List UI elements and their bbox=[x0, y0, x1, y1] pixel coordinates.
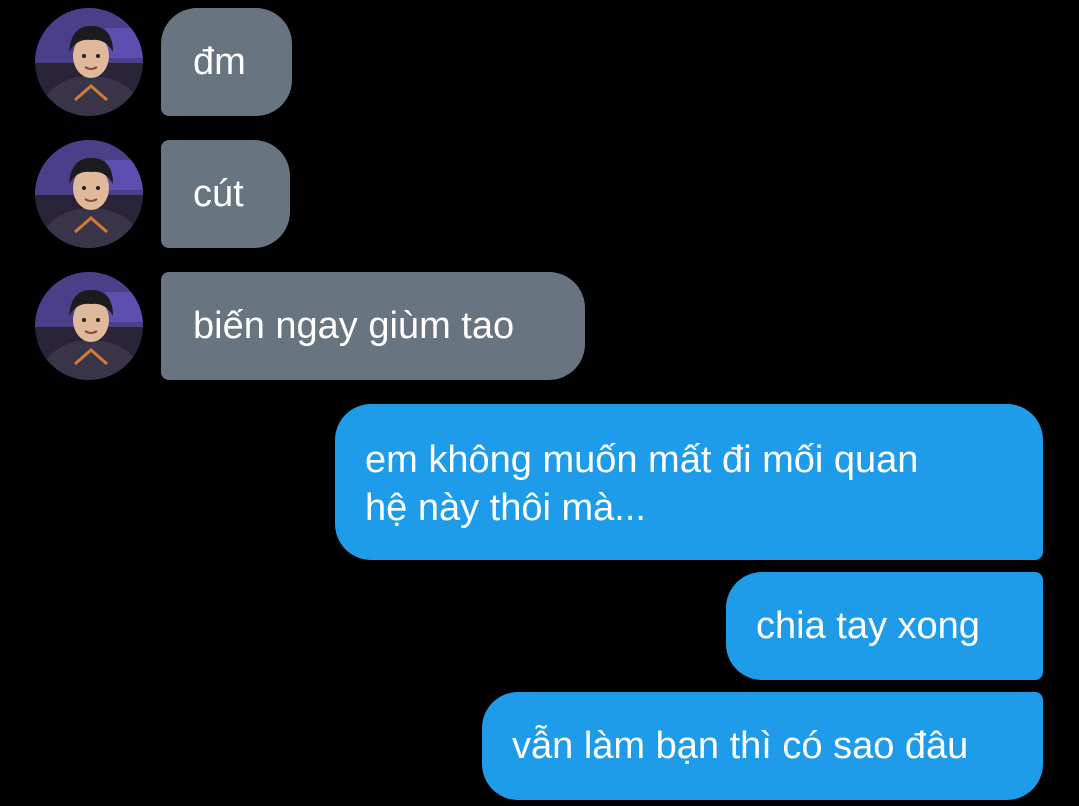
avatar[interactable] bbox=[35, 8, 143, 116]
outgoing-message-bubble[interactable]: chia tay xong bbox=[726, 572, 1043, 680]
user-avatar-icon bbox=[35, 272, 143, 380]
message-text: cút bbox=[193, 173, 244, 215]
incoming-message-bubble[interactable]: biến ngay giùm tao bbox=[161, 272, 585, 380]
user-avatar-icon bbox=[35, 8, 143, 116]
user-avatar-icon bbox=[35, 140, 143, 248]
message-text: biến ngay giùm tao bbox=[193, 305, 515, 347]
message-text: đm bbox=[193, 41, 246, 83]
incoming-message-bubble[interactable]: cút bbox=[161, 140, 290, 248]
outgoing-message-bubble[interactable]: em không muốn mất đi mối quan hệ này thô… bbox=[335, 404, 1043, 560]
outgoing-message-bubble[interactable]: vẫn làm bạn thì có sao đâu bbox=[482, 692, 1043, 800]
message-text-line: em không muốn mất đi mối quan bbox=[365, 439, 919, 481]
message-text: chia tay xong bbox=[756, 605, 980, 647]
incoming-message-bubble[interactable]: đm bbox=[161, 8, 292, 116]
avatar[interactable] bbox=[35, 140, 143, 248]
avatar[interactable] bbox=[35, 272, 143, 380]
message-text: vẫn làm bạn thì có sao đâu bbox=[512, 725, 969, 767]
message-text-line: hệ này thôi mà... bbox=[365, 487, 646, 529]
